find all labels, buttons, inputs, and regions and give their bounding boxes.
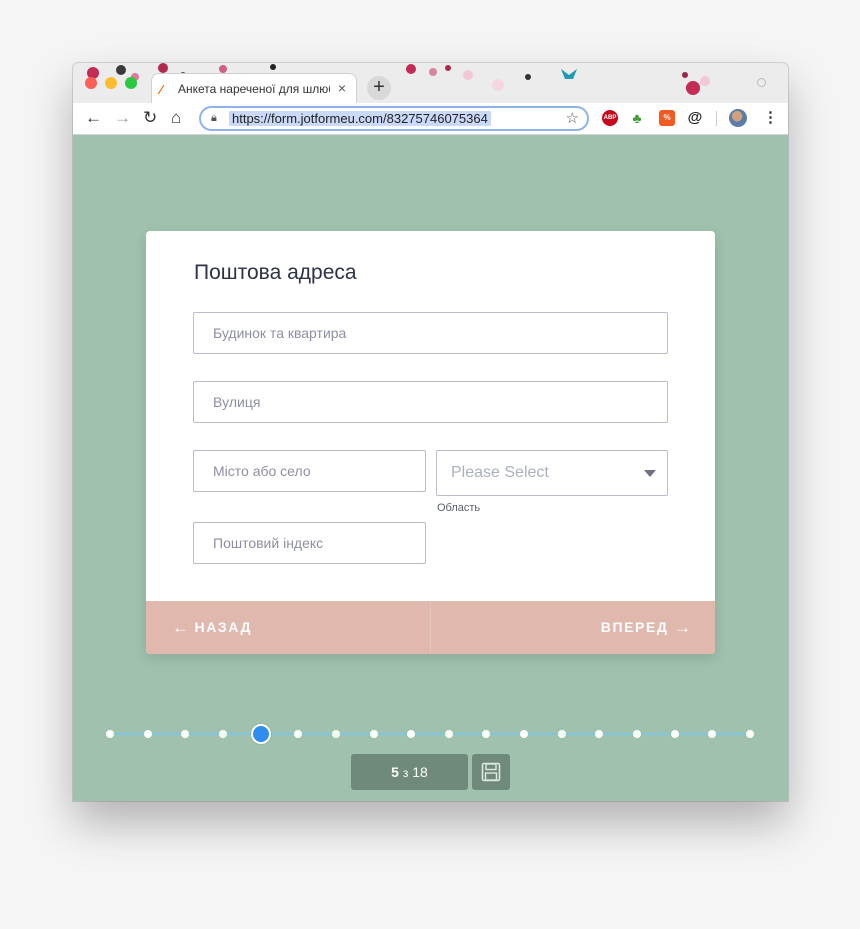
progress-step-dot[interactable] <box>482 730 491 738</box>
progress-step-dot[interactable] <box>557 730 566 738</box>
next-button[interactable]: ВПЕРЕД → <box>601 619 691 636</box>
progress-step-dot[interactable] <box>633 730 642 738</box>
city-input[interactable]: Місто або село <box>193 450 426 492</box>
forward-arrow-icon[interactable]: → <box>114 108 131 128</box>
progress-step-dot[interactable] <box>218 730 227 738</box>
house-apartment-input[interactable]: Будинок та квартира <box>193 312 668 354</box>
tab-close-icon[interactable]: × <box>338 80 346 96</box>
browser-window: ⁄ Анкета нареченої для шлюбн × + ← → ↻ ⌂… <box>73 63 788 801</box>
home-icon[interactable]: ⌂ <box>171 108 181 128</box>
browser-tab[interactable]: ⁄ Анкета нареченої для шлюбн × <box>151 73 357 103</box>
progress-step-dot[interactable] <box>670 730 679 738</box>
region-select[interactable]: Please Select <box>436 450 668 496</box>
progress-step-dot[interactable] <box>708 730 717 738</box>
new-tab-button[interactable]: + <box>367 76 391 100</box>
progress-step-dot[interactable] <box>106 730 114 738</box>
email-extension-icon[interactable]: @ <box>687 110 703 126</box>
region-sublabel: Область <box>437 502 481 514</box>
save-button[interactable] <box>472 754 510 790</box>
profile-avatar[interactable] <box>729 109 747 127</box>
footer-divider <box>430 601 431 654</box>
toolbar-divider <box>716 111 717 126</box>
progress-step-dot[interactable] <box>181 730 190 738</box>
adblock-extension-icon[interactable]: ABP <box>602 110 618 126</box>
next-button-label: ВПЕРЕД <box>600 619 669 635</box>
form-navigation: ← НАЗАД ВПЕРЕД → <box>146 601 715 654</box>
current-page: 5 <box>391 764 399 780</box>
page-counter: 5 з 18 <box>351 754 468 790</box>
lock-icon: 🔒︎ <box>211 112 217 124</box>
total-pages: 18 <box>412 764 428 780</box>
chevron-down-icon <box>644 470 656 477</box>
progress-step-dot[interactable] <box>369 730 378 738</box>
progress-step-dot[interactable] <box>746 730 754 738</box>
browser-menu-icon[interactable]: ⋮ <box>763 109 778 127</box>
address-toolbar: ← → ↻ ⌂ 🔒︎ https://form.jotformeu.com/83… <box>73 103 788 135</box>
back-button-label: НАЗАД <box>194 619 253 635</box>
back-arrow-icon[interactable]: ← <box>85 108 102 128</box>
progress-step-dot[interactable] <box>520 730 529 738</box>
minimize-window-button[interactable] <box>105 77 117 89</box>
arrow-left-icon: ← <box>172 618 189 637</box>
discount-extension-icon[interactable]: % <box>659 110 675 126</box>
progress-step-dot[interactable] <box>294 730 303 738</box>
evernote-extension-icon[interactable]: ♣ <box>629 110 645 126</box>
progress-current-step[interactable] <box>250 724 271 744</box>
progress-step-dot[interactable] <box>331 730 340 738</box>
region-select-value: Please Select <box>451 464 549 481</box>
tab-bar: ⁄ Анкета нареченої для шлюбн × + <box>73 63 788 103</box>
progress-step-dot[interactable] <box>595 730 604 738</box>
form-card: Поштова адреса Будинок та квартира Вулиц… <box>146 231 715 654</box>
arrow-right-icon: → <box>674 618 691 637</box>
address-bar[interactable]: 🔒︎ https://form.jotformeu.com/8327574607… <box>199 106 589 131</box>
bookmark-star-icon[interactable]: ☆ <box>566 109 579 127</box>
progress-step-dot[interactable] <box>407 730 416 738</box>
street-input[interactable]: Вулиця <box>193 381 668 423</box>
page-of-text: з <box>402 766 409 780</box>
progress-step-dot[interactable] <box>143 730 152 738</box>
postal-code-input[interactable]: Поштовий індекс <box>193 522 426 564</box>
progress-step-dot[interactable] <box>444 730 453 738</box>
close-window-button[interactable] <box>85 77 97 89</box>
maximize-window-button[interactable] <box>125 77 137 89</box>
back-button[interactable]: ← НАЗАД <box>172 619 252 636</box>
window-control-icon[interactable] <box>757 78 766 87</box>
form-title: Поштова адреса <box>194 261 357 284</box>
jotform-favicon-icon: ⁄ <box>160 82 163 97</box>
url-text[interactable]: https://form.jotformeu.com/8327574607536… <box>229 111 491 126</box>
progress-track <box>110 733 750 735</box>
reload-icon[interactable]: ↻ <box>143 108 157 128</box>
floppy-disk-icon <box>481 762 501 782</box>
tab-title: Анкета нареченої для шлюбн <box>178 82 330 96</box>
